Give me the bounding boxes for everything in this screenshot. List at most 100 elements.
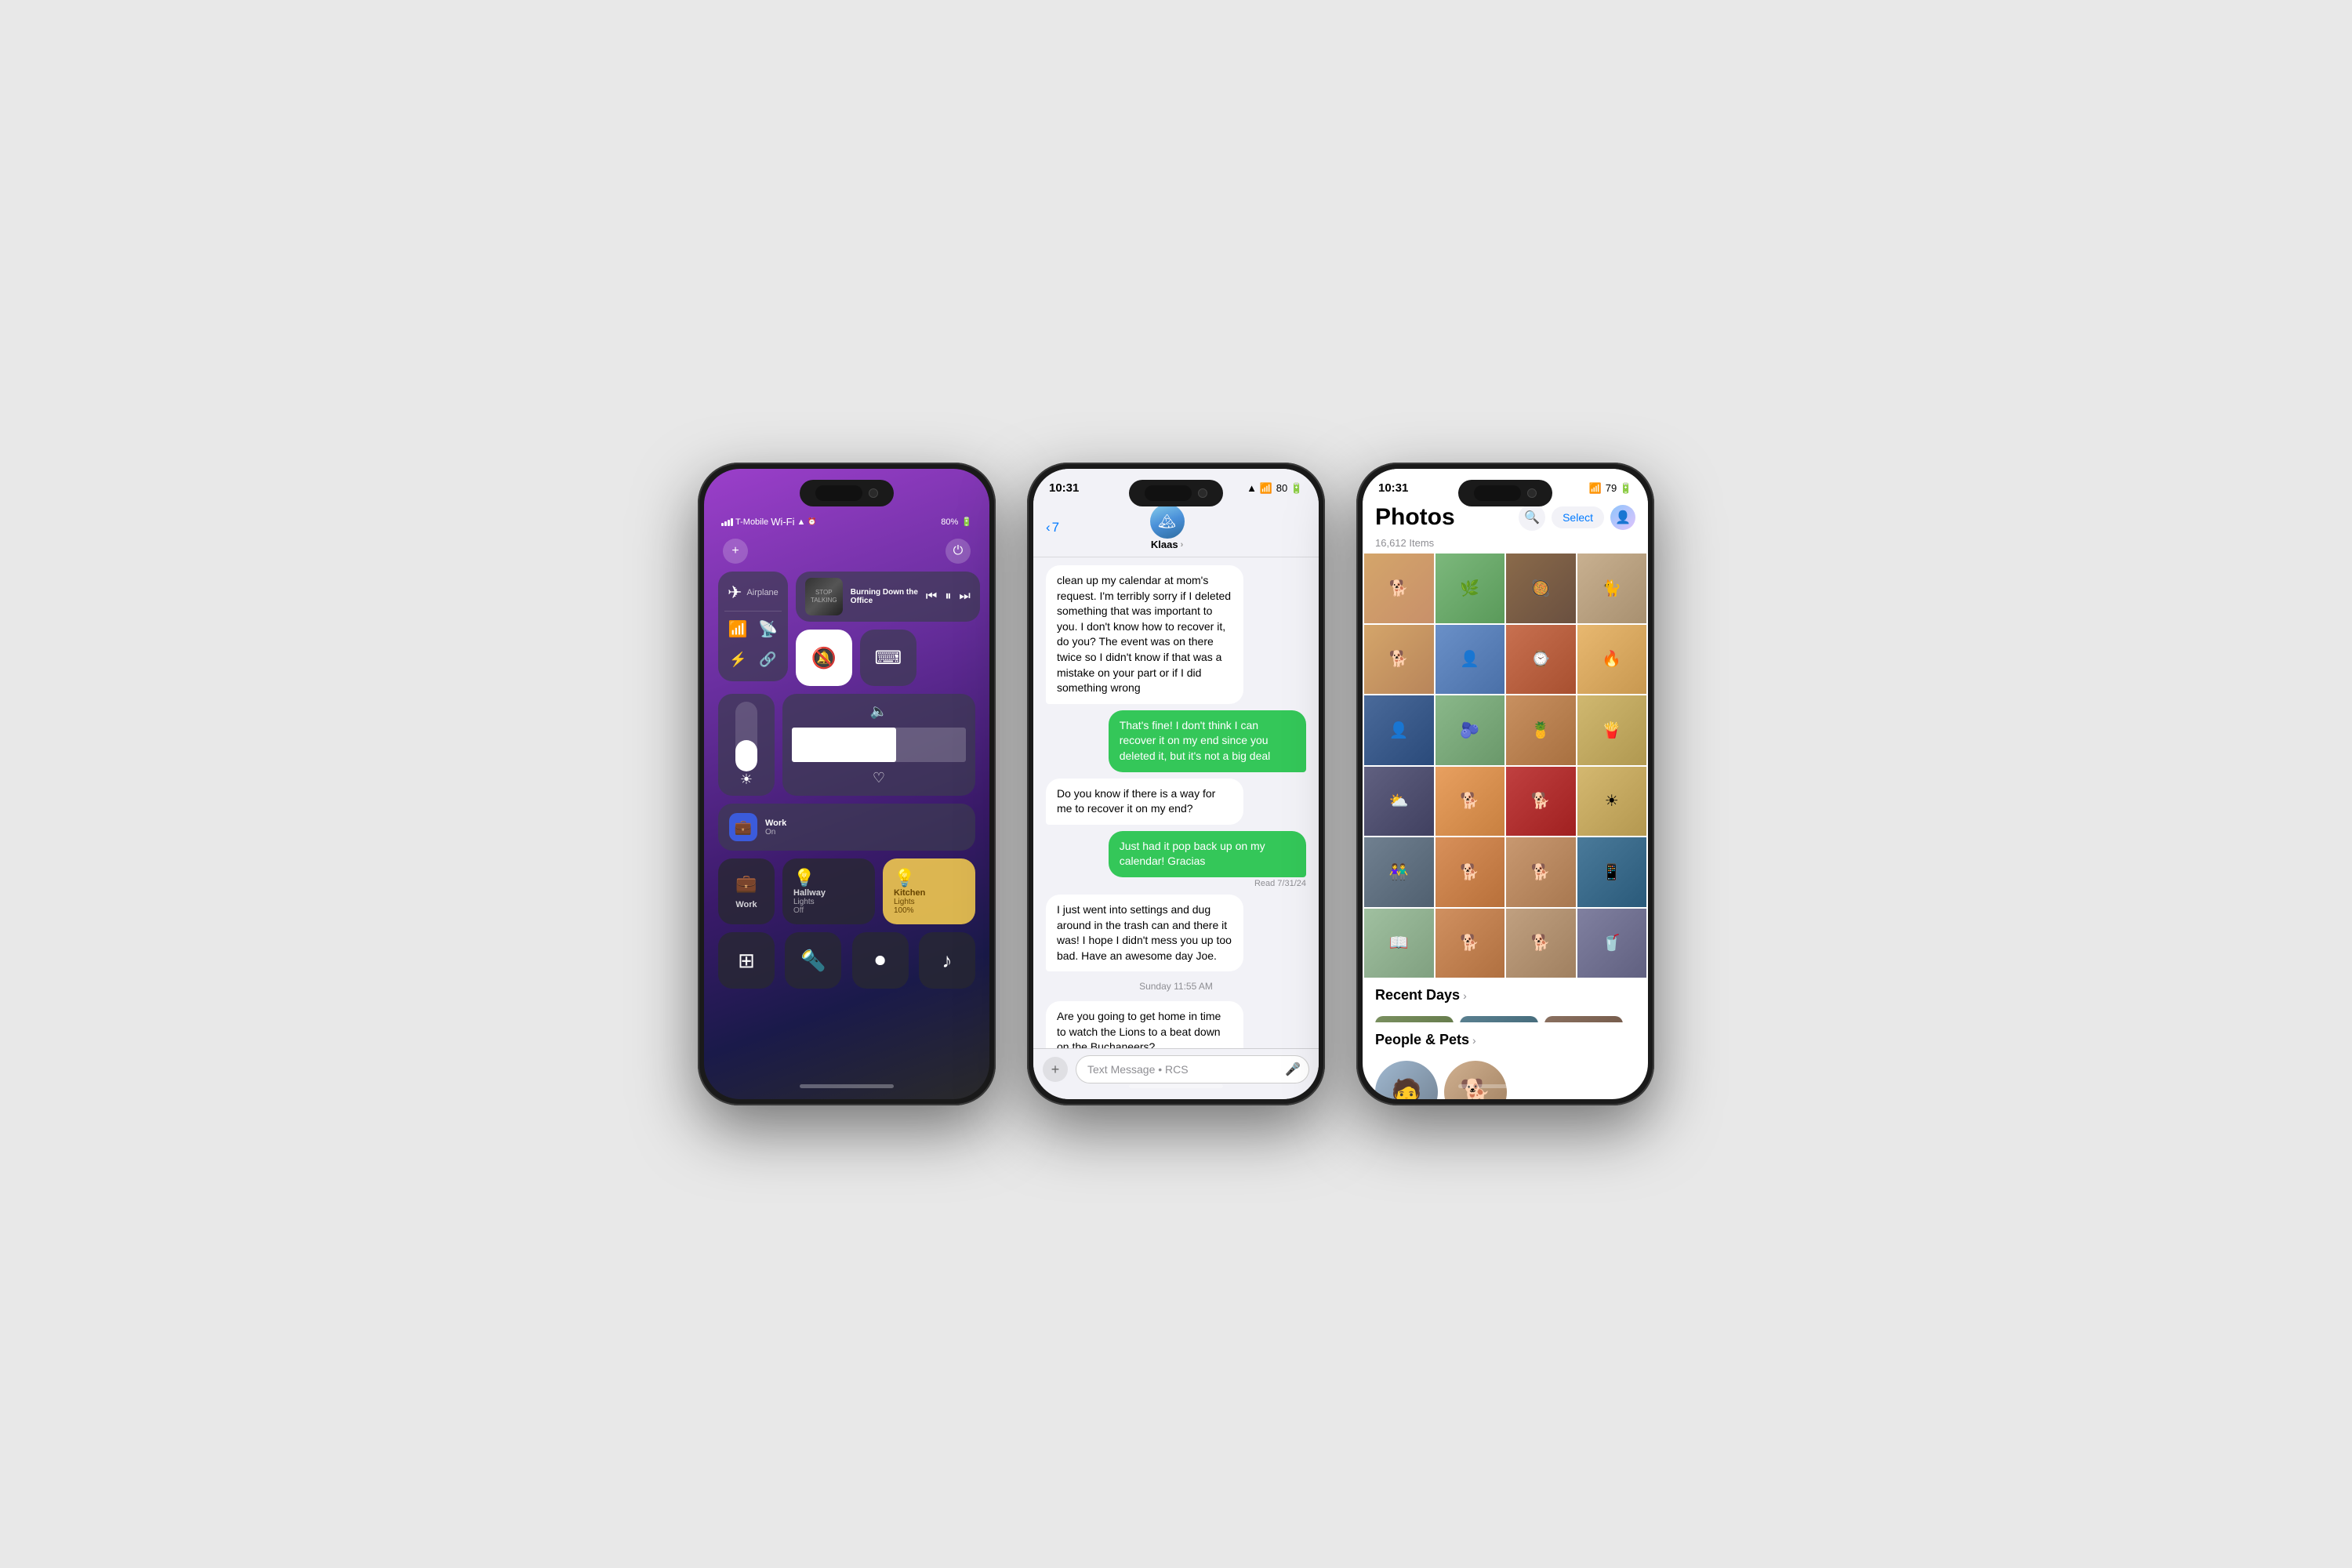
photo-thumb[interactable]: 🐈 bbox=[1577, 554, 1647, 623]
work-focus-tile[interactable]: 💼 Work On bbox=[718, 804, 975, 851]
music-album-art: STOPTALKING bbox=[805, 578, 843, 615]
photo-thumb[interactable]: 📖 bbox=[1364, 909, 1434, 978]
photo-thumb[interactable]: 📱 bbox=[1577, 837, 1647, 907]
bluetooth-button[interactable]: ⚡ bbox=[724, 648, 751, 671]
photo-thumb[interactable]: 🔥 bbox=[1577, 625, 1647, 695]
music-title: Burning Down theOffice bbox=[851, 588, 918, 605]
photo-thumb[interactable]: ⛅ bbox=[1364, 767, 1434, 837]
kitchen-light-icon: 💡 bbox=[894, 868, 915, 887]
photo-thumb[interactable]: 🌿 bbox=[1436, 554, 1505, 623]
kitchen-lights-tile[interactable]: 💡 Kitchen Lights 100% bbox=[883, 858, 975, 924]
record-icon: ⏺ bbox=[875, 948, 885, 973]
photo-thumb[interactable]: 🫐 bbox=[1436, 695, 1505, 765]
previous-track-button[interactable]: ⏮ bbox=[926, 590, 937, 604]
music-tile[interactable]: STOPTALKING Burning Down theOffice ⏮ ⏸ ⏭ bbox=[796, 572, 980, 622]
power-button[interactable]: ⏻ bbox=[946, 539, 971, 564]
home-bar[interactable] bbox=[1129, 1084, 1223, 1088]
calculator-button[interactable]: ⌨ bbox=[860, 630, 916, 686]
phone-2: 10:31 ▲ 📶 80 🔋 ‹ 7 🏔 Klaas bbox=[1027, 463, 1325, 1105]
hallway-lights-tile[interactable]: 💡 Hallway Lights Off bbox=[782, 858, 875, 924]
signal-icon bbox=[721, 518, 733, 526]
work-home-label: Work bbox=[735, 900, 757, 909]
music-info: Burning Down theOffice bbox=[851, 588, 918, 605]
photo-thumb[interactable]: ⌚ bbox=[1506, 625, 1576, 695]
photo-thumb[interactable]: 🍟 bbox=[1577, 695, 1647, 765]
msg-battery: 80 🔋 bbox=[1276, 482, 1303, 495]
person-1[interactable]: 🧑 bbox=[1375, 1061, 1438, 1099]
contact-name[interactable]: Klaas › bbox=[1151, 539, 1183, 550]
music-controls: ⏮ ⏸ ⏭ bbox=[926, 590, 971, 604]
mute-button[interactable]: 🔕 bbox=[796, 630, 852, 686]
airplane-row[interactable]: ✈ Airplane bbox=[724, 578, 782, 608]
brightness-tile[interactable]: ☀ bbox=[718, 694, 775, 796]
wifi-button[interactable]: 📡 bbox=[754, 616, 781, 642]
photo-thumb[interactable]: 🐕 bbox=[1506, 909, 1576, 978]
screen-record-button[interactable]: ⏺ bbox=[852, 932, 909, 989]
mic-button[interactable]: 🎤 bbox=[1285, 1062, 1301, 1077]
add-widget-button[interactable]: + bbox=[723, 539, 748, 564]
shazam-icon: ♪ bbox=[942, 949, 952, 973]
photo-thumb[interactable]: 🐕 bbox=[1506, 767, 1576, 837]
control-center-screen: T-Mobile Wi-Fi ▲ ⏰ 80% 🔋 + ⏻ bbox=[704, 469, 989, 1099]
recent-days-title: Recent Days bbox=[1375, 987, 1460, 1004]
hallway-light-icon: 💡 bbox=[793, 868, 864, 888]
next-track-button[interactable]: ⏭ bbox=[959, 590, 970, 604]
attach-button[interactable]: + bbox=[1043, 1057, 1068, 1082]
search-icon: 🔍 bbox=[1524, 510, 1540, 525]
contact-area: 🏔 Klaas › bbox=[1069, 504, 1265, 550]
volume-slider[interactable] bbox=[792, 728, 966, 762]
play-pause-button[interactable]: ⏸ bbox=[945, 590, 951, 604]
airdrop-button[interactable]: 🔗 bbox=[754, 648, 781, 671]
photo-thumb[interactable]: 👫 bbox=[1364, 837, 1434, 907]
recent-day-saturday[interactable]: 🕶 Saturday bbox=[1460, 1016, 1538, 1022]
qr-code-button[interactable]: ⊞ bbox=[718, 932, 775, 989]
photo-thumb[interactable]: 🐕 bbox=[1364, 554, 1434, 623]
message-5: I just went into settings and dug around… bbox=[1046, 895, 1306, 971]
photo-thumb[interactable]: 🐕 bbox=[1436, 767, 1505, 837]
carrier-label: T-Mobile bbox=[735, 517, 768, 527]
message-text: That's fine! I don't think I can recover… bbox=[1120, 719, 1271, 762]
recent-day-sep12[interactable]: 🍂 Sep 12 bbox=[1544, 1016, 1623, 1022]
home-controls-row: 💼 Work 💡 Hallway Lights Off 💡 Ki bbox=[718, 858, 975, 924]
message-2: That's fine! I don't think I can recover… bbox=[1046, 710, 1306, 772]
select-button[interactable]: Select bbox=[1552, 506, 1604, 528]
user-avatar[interactable]: 👤 bbox=[1610, 505, 1635, 530]
photo-thumb[interactable]: ☀ bbox=[1577, 767, 1647, 837]
message-text: clean up my calendar at mom's request. I… bbox=[1057, 574, 1231, 694]
back-button[interactable]: ‹ 7 bbox=[1046, 520, 1059, 535]
message-text: Are you going to get home in time to wat… bbox=[1057, 1010, 1221, 1048]
photo-thumb[interactable]: 🥘 bbox=[1506, 554, 1576, 623]
brightness-slider[interactable] bbox=[735, 702, 757, 771]
home-bar[interactable] bbox=[800, 1084, 894, 1088]
photo-grid: 🐕 🌿 🥘 🐈 🐕 👤 ⌚ 🔥 👤 🫐 🍍 🍟 ⛅ 🐕 🐕 ☀ 👫 🐕 🐕 bbox=[1363, 554, 1648, 978]
photo-thumb[interactable]: 🥤 bbox=[1577, 909, 1647, 978]
received-bubble: Are you going to get home in time to wat… bbox=[1046, 1001, 1243, 1048]
recent-day-tuesday[interactable]: 🧑 Tuesday bbox=[1375, 1016, 1454, 1022]
photo-thumb[interactable]: 👤 bbox=[1364, 695, 1434, 765]
photo-thumb[interactable]: 🍍 bbox=[1506, 695, 1576, 765]
flashlight-button[interactable]: 🔦 bbox=[785, 932, 841, 989]
home-bar[interactable] bbox=[1458, 1084, 1552, 1088]
photo-thumb[interactable]: 🐕 bbox=[1506, 837, 1576, 907]
briefcase-icon: 💼 bbox=[735, 819, 752, 836]
contact-avatar[interactable]: 🏔 bbox=[1150, 504, 1185, 539]
photo-thumb[interactable]: 🐕 bbox=[1436, 909, 1505, 978]
photo-thumb[interactable]: 🐕 bbox=[1364, 625, 1434, 695]
search-button[interactable]: 🔍 bbox=[1519, 504, 1545, 531]
cellular-button[interactable]: 📶 bbox=[724, 616, 751, 642]
person-2[interactable]: 🐕 bbox=[1444, 1061, 1507, 1099]
work-home-tile[interactable]: 💼 Work bbox=[718, 858, 775, 924]
heart-icon: ♡ bbox=[873, 770, 885, 786]
messages-body[interactable]: clean up my calendar at mom's request. I… bbox=[1033, 557, 1319, 1048]
cc-top-row: + ⏻ bbox=[718, 539, 975, 564]
photo-thumb[interactable]: 🐕 bbox=[1436, 837, 1505, 907]
photos-wifi-icon: 📶 bbox=[1589, 482, 1602, 495]
shazam-button[interactable]: ♪ bbox=[919, 932, 975, 989]
phone-3: 10:31 📶 79 🔋 Photos 🔍 Select 👤 bbox=[1356, 463, 1654, 1105]
message-input[interactable]: Text Message • RCS 🎤 bbox=[1076, 1055, 1309, 1083]
calculator-icon: ⌨ bbox=[874, 647, 902, 670]
photo-thumb[interactable]: 👤 bbox=[1436, 625, 1505, 695]
phone-notch bbox=[1129, 480, 1223, 506]
hallway-state: Off bbox=[793, 906, 864, 915]
right-top-col: STOPTALKING Burning Down theOffice ⏮ ⏸ ⏭ bbox=[796, 572, 980, 686]
